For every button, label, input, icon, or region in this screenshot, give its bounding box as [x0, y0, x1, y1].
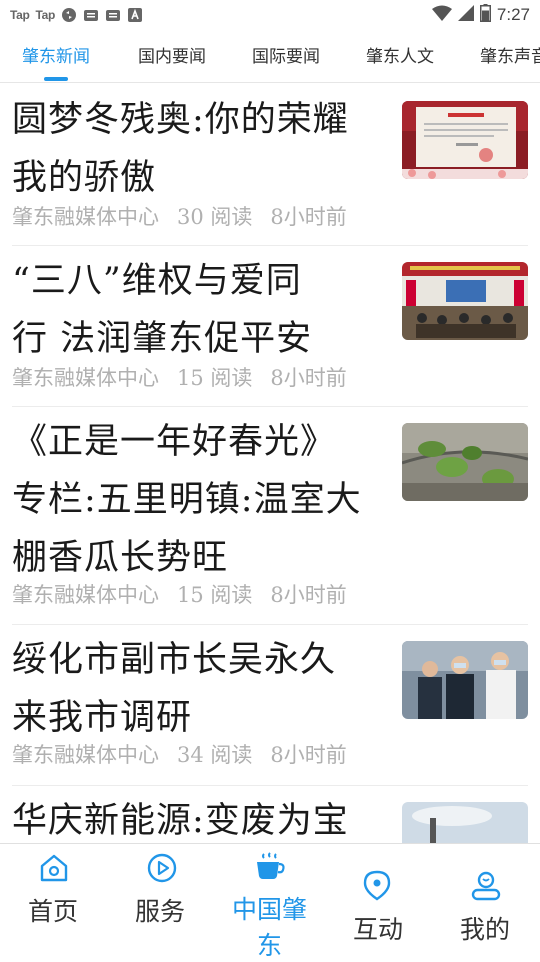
news-time: 8小时前: [270, 205, 347, 229]
nav-label: 首页: [28, 897, 79, 926]
news-title-line: 圆梦冬残奥:你的荣耀: [12, 100, 349, 140]
taptap-logo: Tap: [10, 8, 30, 22]
news-title-line: “三八”维权与爱同: [12, 261, 302, 301]
nav-mine[interactable]: 我的: [432, 844, 540, 961]
message-icon: [83, 7, 99, 23]
news-item[interactable]: 绥化市副市长吴永久 来我市调研 肇东融媒体中心 34 阅读 8小时前: [0, 625, 540, 785]
news-reads: 34 阅读: [177, 743, 253, 767]
news-source: 肇东融媒体中心: [12, 366, 159, 390]
nav-service[interactable]: 服务: [108, 844, 216, 961]
nav-label: 服务: [135, 897, 186, 926]
nav-china-zhaodong[interactable]: 中国肇 东: [216, 844, 324, 961]
news-thumbnail-factory-smokestack[interactable]: [402, 802, 528, 843]
clock: 7:27: [496, 5, 530, 24]
news-item[interactable]: 华庆新能源:变废为宝: [0, 786, 540, 843]
message-icon: [105, 7, 121, 23]
active-tab-indicator: [44, 77, 68, 81]
nav-home[interactable]: 首页: [0, 844, 108, 961]
news-title[interactable]: 圆梦冬残奥:你的荣耀 我的骄傲: [12, 91, 392, 207]
news-title[interactable]: “三八”维权与爱同 行 法润肇东促平安: [12, 252, 392, 368]
news-meta: 肇东融媒体中心 15 阅读 8小时前: [12, 362, 365, 392]
tab-international-news[interactable]: 国际要闻: [252, 42, 320, 67]
wifi-icon: [431, 5, 452, 26]
coffee-cup-icon: [254, 850, 286, 886]
user-icon: [470, 870, 502, 906]
news-meta: 肇东融媒体中心 15 阅读 8小时前: [12, 579, 365, 609]
news-title-line: 我的骄傲: [12, 158, 157, 198]
news-time: 8小时前: [270, 743, 347, 767]
news-thumbnail-officials-visit[interactable]: [402, 641, 528, 719]
news-reads: 30 阅读: [177, 205, 253, 229]
news-reads: 15 阅读: [177, 366, 253, 390]
taptap-logo: Tap: [35, 8, 56, 22]
tab-zhaodong-voice[interactable]: 肇东声音: [480, 42, 540, 67]
news-list: 圆梦冬残奥:你的荣耀 我的骄傲 肇东融媒体中心 30 阅读 8小时前 “三八”维…: [0, 83, 540, 843]
notification-icons: Tap Tap: [10, 5, 143, 25]
app-a-icon: [127, 7, 143, 23]
news-title[interactable]: 绥化市副市长吴永久 来我市调研: [12, 631, 392, 747]
news-source: 肇东融媒体中心: [12, 205, 159, 229]
tab-domestic-news[interactable]: 国内要闻: [138, 42, 206, 67]
status-bar: Tap Tap 7:27: [0, 0, 540, 30]
location-pin-icon: [362, 870, 392, 906]
news-title-line: 专栏:五里明镇:温室大: [12, 480, 362, 520]
nav-label: 中国肇: [232, 895, 308, 924]
signal-icon: [457, 4, 474, 26]
nav-label: 互动: [353, 915, 404, 944]
home-icon: [38, 852, 70, 888]
nav-label: 东: [257, 931, 283, 960]
news-meta: 肇东融媒体中心 34 阅读 8小时前: [12, 739, 365, 769]
news-title-line: 《正是一年好春光》: [12, 422, 337, 462]
news-item[interactable]: 《正是一年好春光》 专栏:五里明镇:温室大 棚香瓜长势旺 肇东融媒体中心 15 阅…: [0, 407, 540, 625]
news-time: 8小时前: [270, 366, 347, 390]
sync-icon: [61, 7, 77, 23]
tab-zhaodong-culture[interactable]: 肇东人文: [366, 42, 434, 67]
news-source: 肇东融媒体中心: [12, 743, 159, 767]
news-item[interactable]: “三八”维权与爱同 行 法润肇东促平安 肇东融媒体中心 15 阅读 8小时前: [0, 246, 540, 406]
bottom-navigation: 首页 服务 中国肇 东 互动 我的: [0, 843, 540, 961]
news-thumbnail-award-certificate[interactable]: [402, 101, 528, 179]
battery-icon: [479, 3, 491, 27]
news-meta: 肇东融媒体中心 30 阅读 8小时前: [12, 201, 365, 231]
nav-interaction[interactable]: 互动: [324, 844, 432, 961]
news-title[interactable]: 华庆新能源:变废为宝: [12, 792, 392, 843]
news-thumbnail-meeting-hall[interactable]: [402, 262, 528, 340]
news-thumbnail-greenhouse-seedling[interactable]: [402, 423, 528, 501]
category-tabs: 肇东新闻 国内要闻 国际要闻 肇东人文 肇东声音: [0, 30, 540, 83]
news-title-line: 绥化市副市长吴永久: [12, 640, 337, 680]
news-title-line: 行 法润肇东促平安: [12, 319, 313, 359]
news-source: 肇东融媒体中心: [12, 583, 159, 607]
nav-label: 我的: [460, 915, 511, 944]
news-item[interactable]: 圆梦冬残奥:你的荣耀 我的骄傲 肇东融媒体中心 30 阅读 8小时前: [0, 83, 540, 245]
news-title-line: 华庆新能源:变废为宝: [12, 801, 349, 841]
news-reads: 15 阅读: [177, 583, 253, 607]
tab-zhaodong-news[interactable]: 肇东新闻: [22, 42, 90, 67]
play-circle-icon: [146, 852, 178, 888]
news-time: 8小时前: [270, 583, 347, 607]
news-title[interactable]: 《正是一年好春光》 专栏:五里明镇:温室大 棚香瓜长势旺: [12, 413, 392, 587]
system-indicators: 7:27: [431, 3, 530, 27]
